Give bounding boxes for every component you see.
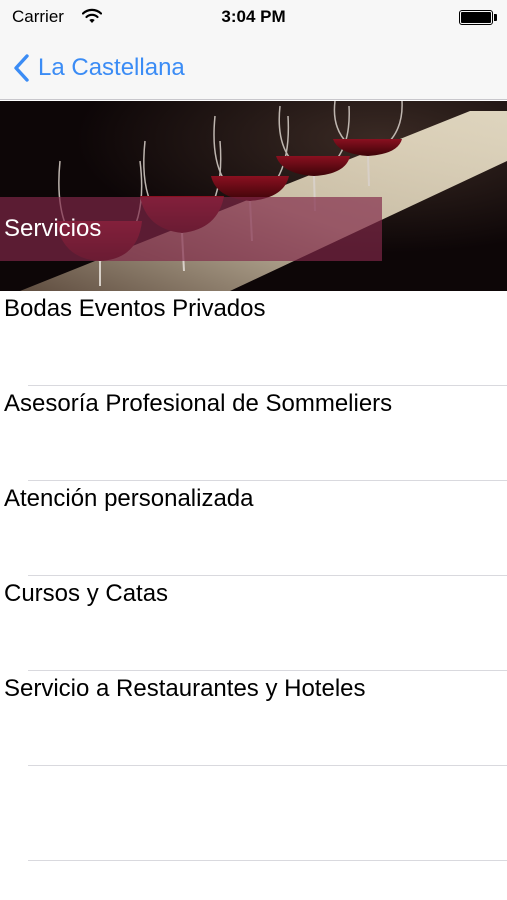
clock: 3:04 PM — [221, 7, 286, 26]
page-title: Servicios — [4, 215, 102, 242]
list-item-asesoria-sommeliers[interactable]: Asesoría Profesional de Sommeliers — [0, 386, 507, 481]
back-button[interactable]: La Castellana — [12, 50, 185, 86]
list-item-servicio-restaurantes-hoteles[interactable]: Servicio a Restaurantes y Hoteles — [0, 671, 507, 766]
list-item-label: Atención personalizada — [4, 485, 254, 512]
empty-row — [0, 766, 507, 861]
separator — [28, 860, 507, 861]
list-item-label: Bodas Eventos Privados — [4, 295, 266, 322]
list-item-label: Asesoría Profesional de Sommeliers — [4, 390, 393, 417]
list-item-bodas-eventos-privados[interactable]: Bodas Eventos Privados — [0, 291, 507, 386]
services-list: Bodas Eventos Privados Asesoría Profesio… — [0, 291, 507, 861]
list-item-cursos-catas[interactable]: Cursos y Catas — [0, 576, 507, 671]
wine-glasses-illustration — [0, 101, 507, 291]
list-item-label: Servicio a Restaurantes y Hoteles — [4, 675, 366, 702]
navigation-bar: La Castellana — [0, 36, 507, 100]
chevron-left-icon — [14, 54, 29, 82]
hero-image: Servicios — [0, 101, 507, 291]
status-bar: Carrier 3:04 PM — [0, 0, 507, 36]
list-item-label: Cursos y Catas — [4, 580, 169, 607]
battery-icon — [459, 10, 497, 25]
list-item-atencion-personalizada[interactable]: Atención personalizada — [0, 481, 507, 576]
back-button-label: La Castellana — [38, 54, 185, 81]
